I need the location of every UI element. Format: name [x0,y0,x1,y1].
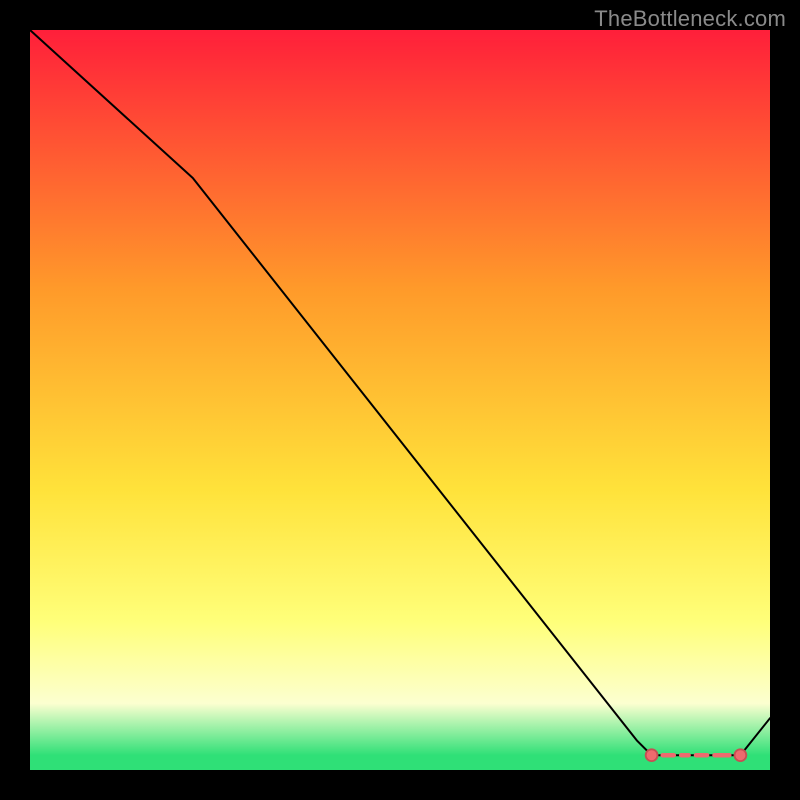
chart-container: TheBottleneck.com [0,0,800,800]
bottleneck-chart [30,30,770,770]
attribution-text: TheBottleneck.com [594,6,786,32]
gradient-background [30,30,770,770]
